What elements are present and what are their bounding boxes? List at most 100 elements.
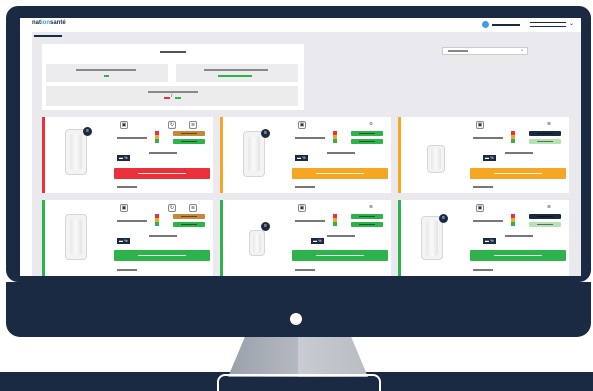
monitor-foot [217, 374, 381, 391]
power-button-icon [290, 313, 302, 325]
menu-badge-icon[interactable]: ≡ [439, 214, 448, 223]
metric-pill [351, 131, 383, 136]
device-action-button[interactable] [470, 168, 566, 179]
filter-icon: ▣ [298, 204, 306, 212]
refresh-icon: ↻ [168, 121, 176, 129]
air-purifier-image [65, 129, 87, 175]
metric-pill [529, 222, 561, 227]
sub-label [149, 235, 177, 237]
status-tag: ▬ % [483, 238, 496, 244]
ratio-separator: / [171, 93, 173, 99]
stat-value-green [175, 97, 181, 99]
active-nav-underline [34, 35, 62, 37]
metric-label [295, 220, 325, 222]
app-logo[interactable]: nationsanté [32, 20, 66, 26]
air-quality-gauge [511, 131, 515, 143]
wifi-icon: ≋ [189, 121, 197, 129]
status-tag: ▬ % [117, 238, 130, 244]
sub-label [505, 152, 533, 154]
menu-badge-icon[interactable]: ≡ [83, 127, 92, 136]
device-action-button[interactable] [292, 168, 388, 179]
metric-label [473, 137, 503, 139]
summary-stat-left [46, 64, 168, 82]
logo-part-2: ion [41, 20, 50, 26]
device-card-2[interactable]: ≡ ▣ ⦸ ▬ % [220, 117, 391, 193]
filter-select-value [448, 50, 468, 52]
metric-label [117, 220, 147, 222]
device-name [473, 186, 493, 188]
sub-label [505, 235, 533, 237]
air-purifier-image [243, 131, 265, 177]
summary-stat-bottom: / [46, 86, 298, 106]
stat-value [218, 75, 252, 77]
metric-pill [351, 214, 383, 219]
stat-value-red [164, 97, 170, 99]
device-name [295, 186, 315, 188]
filter-icon: ▣ [476, 204, 484, 212]
side-rail [20, 32, 32, 276]
metric-label [473, 220, 503, 222]
air-purifier-image [421, 216, 443, 260]
status-tag: ▬ % [483, 155, 496, 161]
device-action-button[interactable] [470, 250, 566, 261]
stat-value [104, 75, 109, 77]
air-quality-gauge [333, 131, 337, 143]
sub-label [327, 235, 355, 237]
device-card-3[interactable]: ▣ ≋ ▬ % [398, 117, 569, 193]
air-quality-gauge [333, 214, 337, 226]
metric-pill [173, 222, 205, 227]
metric-pill [529, 131, 561, 136]
user-name[interactable] [492, 24, 520, 26]
wifi-icon: ≋ [546, 204, 552, 210]
metric-pill [173, 214, 205, 219]
chevron-down-icon[interactable]: ⌄ [569, 20, 574, 27]
monitor-chin [6, 282, 591, 337]
metric-label [117, 137, 147, 139]
stat-label [76, 69, 136, 71]
air-quality-gauge [511, 214, 515, 226]
refresh-icon: ↻ [168, 204, 176, 212]
device-name [295, 269, 315, 271]
stat-label [204, 69, 268, 71]
filter-icon: ▣ [476, 121, 484, 129]
device-card-5[interactable]: ≡ ▣ ≋ ▬ % [220, 200, 391, 276]
air-quality-gauge [155, 214, 159, 226]
wifi-icon: ≋ [546, 121, 552, 127]
summary-panel: / [42, 44, 304, 110]
chevron-down-icon[interactable]: ⌄ [520, 47, 524, 53]
metric-pill [529, 214, 561, 219]
device-name [117, 186, 137, 188]
device-card-6[interactable]: ≡ ▣ ≋ ▬ % [398, 200, 569, 276]
logo-part-3: santé [50, 20, 66, 26]
metric-pill [529, 139, 561, 144]
menu-badge-icon[interactable]: ≡ [261, 129, 270, 138]
menu-badge-icon[interactable]: ≡ [261, 222, 270, 231]
filter-icon: ▣ [298, 121, 306, 129]
wifi-icon: ≋ [189, 204, 197, 212]
filter-icon: ▣ [120, 121, 128, 129]
summary-stat-right [176, 64, 298, 82]
air-purifier-image [427, 145, 445, 173]
device-card-1[interactable]: ≡ ▣ ↻ ≋ ▬ % [42, 117, 213, 193]
status-tag: ▬ % [117, 155, 130, 161]
user-avatar-icon[interactable] [482, 21, 489, 28]
device-card-4[interactable]: ▣ ↻ ≋ ▬ % [42, 200, 213, 276]
sub-label [327, 152, 355, 154]
no-wifi-icon: ⦸ [369, 121, 373, 127]
device-name [473, 269, 493, 271]
account-menu[interactable] [530, 22, 566, 27]
air-purifier-image [65, 214, 87, 260]
status-tag: ▬ % [295, 155, 308, 161]
device-name [117, 269, 137, 271]
monitor-stand [228, 337, 368, 377]
metric-pill [351, 139, 383, 144]
device-action-button[interactable] [292, 250, 388, 261]
stat-label [148, 91, 198, 93]
status-tag: ▬ % [311, 238, 324, 244]
device-action-button[interactable] [114, 168, 210, 179]
filter-icon: ▣ [120, 204, 128, 212]
metric-label [295, 137, 325, 139]
device-action-button[interactable] [114, 250, 210, 261]
air-purifier-image [249, 230, 265, 256]
metric-pill [173, 131, 205, 136]
